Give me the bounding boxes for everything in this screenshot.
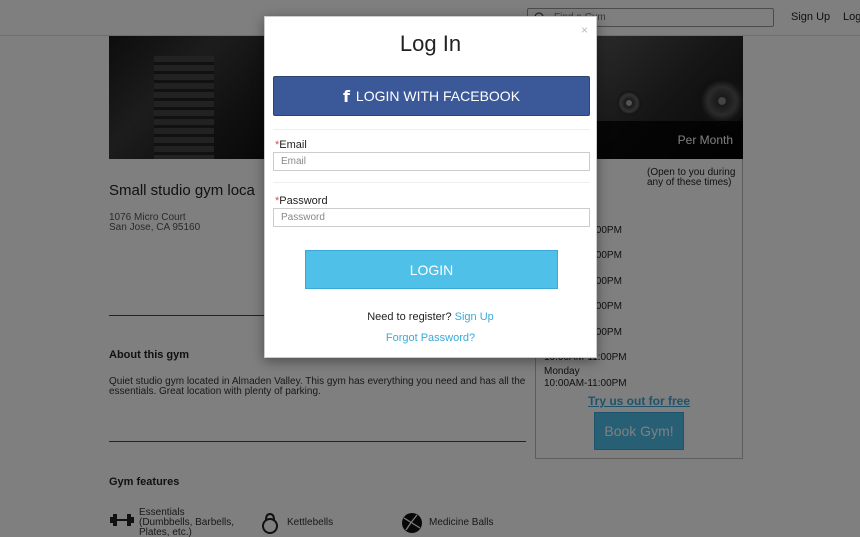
register-prompt: Need to register? Sign Up [265,311,596,323]
modal-title: Log In [399,31,462,56]
forgot-password-link[interactable]: Forgot Password? [265,332,596,344]
divider [273,182,590,183]
register-text: Need to register? [367,311,452,323]
divider [273,129,590,130]
facebook-login-label: LOGIN WITH FACEBOOK [355,88,521,104]
email-field[interactable] [273,152,590,171]
email-label: *Email [275,139,307,151]
login-modal: × Log In f LOGIN WITH FACEBOOK *Email *P… [264,16,597,358]
login-button[interactable]: LOGIN [305,250,558,289]
password-label: *Password [275,195,328,207]
signup-link[interactable]: Sign Up [455,311,494,323]
password-field[interactable] [273,208,590,227]
facebook-icon: f [342,86,350,106]
facebook-login-button[interactable]: f LOGIN WITH FACEBOOK [273,76,590,116]
